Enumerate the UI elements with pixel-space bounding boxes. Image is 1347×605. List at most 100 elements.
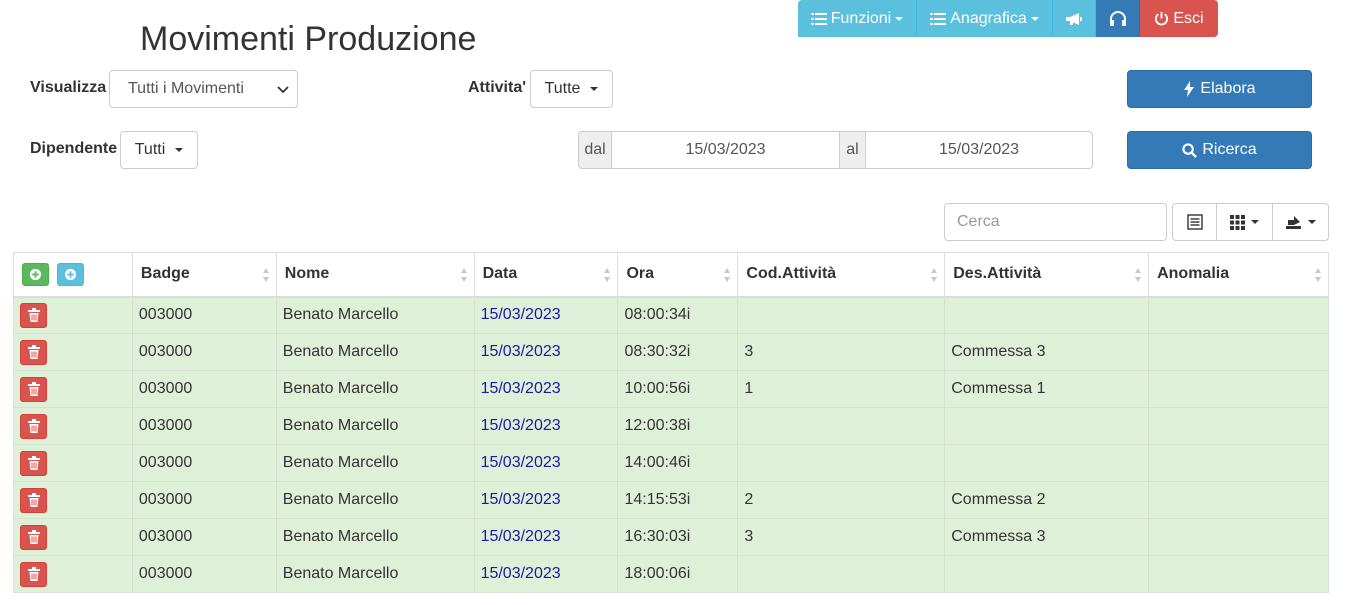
announcements-button[interactable] — [1053, 0, 1096, 37]
attivita-dropdown[interactable]: Tutte — [530, 70, 613, 108]
column-header-des-attivita[interactable]: Des.Attività — [944, 252, 1150, 298]
funzioni-menu-button[interactable]: Funzioni — [798, 0, 917, 37]
chevron-down-icon — [895, 16, 904, 21]
cell-ora: 16:30:03i — [617, 518, 739, 556]
export-button[interactable] — [1272, 203, 1329, 241]
ricerca-label: Ricerca — [1202, 141, 1257, 158]
power-icon — [1155, 11, 1169, 26]
esci-button[interactable]: Esci — [1140, 0, 1218, 37]
cell-cod-attivita: 3 — [737, 518, 946, 556]
delete-button[interactable] — [20, 524, 47, 550]
row-actions-cell — [13, 407, 133, 445]
column-header-anomalia[interactable]: Anomalia — [1148, 252, 1329, 298]
header-ora-label: Ora — [626, 265, 655, 283]
grid-icon — [1230, 214, 1245, 230]
date-link[interactable]: 15/03/2023 — [481, 306, 561, 323]
header-cod-attivita-label: Cod.Attività — [746, 265, 837, 283]
cell-ora: 18:00:06i — [617, 555, 739, 593]
delete-button[interactable] — [20, 487, 47, 513]
delete-button[interactable] — [20, 339, 47, 365]
add-activity-button[interactable] — [57, 262, 85, 286]
cell-anomalia — [1148, 444, 1329, 482]
row-actions-cell — [13, 296, 133, 334]
cell-badge: 003000 — [131, 333, 277, 371]
visualizza-value: Tutti i Movimenti — [128, 80, 244, 97]
column-header-data[interactable]: Data — [473, 252, 619, 298]
chevron-down-icon — [1030, 16, 1039, 21]
export-icon — [1286, 216, 1301, 229]
column-header-ora[interactable]: Ora — [617, 252, 739, 298]
cell-ora: 08:30:32i — [617, 333, 739, 371]
cell-ora: 14:00:46i — [617, 444, 739, 482]
date-link[interactable]: 15/03/2023 — [481, 491, 561, 508]
date-link[interactable]: 15/03/2023 — [481, 417, 561, 434]
header-des-attivita-label: Des.Attività — [953, 265, 1042, 283]
cell-nome: Benato Marcello — [275, 407, 475, 445]
cell-data: 15/03/2023 — [473, 518, 619, 556]
header-anomalia-label: Anomalia — [1157, 265, 1230, 283]
dal-addon: dal — [578, 131, 612, 169]
sort-icon — [931, 268, 938, 282]
funzioni-label: Funzioni — [830, 9, 892, 27]
table-row[interactable]: 003000 Benato Marcello 15/03/2023 10:00:… — [13, 370, 1329, 408]
column-header-badge[interactable]: Badge — [131, 252, 277, 298]
al-date-input[interactable]: 15/03/2023 — [866, 131, 1093, 169]
date-link[interactable]: 15/03/2023 — [481, 343, 561, 360]
table-header-row: Badge Nome Data Ora Cod.Attività Des.Att… — [13, 252, 1329, 298]
column-header-nome[interactable]: Nome — [275, 252, 475, 298]
add-button[interactable] — [22, 262, 49, 286]
row-actions-cell — [13, 481, 133, 519]
cell-anomalia — [1148, 481, 1329, 519]
support-button[interactable] — [1096, 0, 1140, 37]
header-actions — [13, 252, 133, 298]
chevron-down-icon — [1308, 220, 1316, 224]
page-title: Movimenti Produzione — [140, 20, 477, 58]
dal-date-input[interactable]: 15/03/2023 — [612, 131, 840, 169]
cell-badge: 003000 — [131, 407, 277, 445]
bolt-icon — [1184, 81, 1195, 97]
cell-anomalia — [1148, 518, 1329, 556]
date-link[interactable]: 15/03/2023 — [481, 528, 561, 545]
cell-badge: 003000 — [131, 518, 277, 556]
row-actions-cell — [13, 370, 133, 408]
list-view-icon — [1186, 214, 1203, 230]
ricerca-button[interactable]: Ricerca — [1127, 131, 1312, 169]
columns-button[interactable] — [1216, 203, 1273, 241]
column-header-cod-attivita[interactable]: Cod.Attività — [737, 252, 946, 298]
cell-ora: 14:15:53i — [617, 481, 739, 519]
table-row[interactable]: 003000 Benato Marcello 15/03/2023 08:00:… — [13, 296, 1329, 334]
header-badge-label: Badge — [140, 265, 190, 283]
table-row[interactable]: 003000 Benato Marcello 15/03/2023 14:15:… — [13, 481, 1329, 519]
cell-data: 15/03/2023 — [473, 333, 619, 371]
delete-button[interactable] — [20, 376, 47, 402]
elabora-button[interactable]: Elabora — [1127, 70, 1312, 108]
table-row[interactable]: 003000 Benato Marcello 15/03/2023 16:30:… — [13, 518, 1329, 556]
date-link[interactable]: 15/03/2023 — [481, 380, 561, 397]
table-body: 003000 Benato Marcello 15/03/2023 08:00:… — [13, 296, 1329, 593]
cell-des-attivita: Commessa 3 — [944, 333, 1150, 371]
table-row[interactable]: 003000 Benato Marcello 15/03/2023 08:30:… — [13, 333, 1329, 371]
anagrafica-menu-button[interactable]: Anagrafica — [917, 0, 1053, 37]
dipendente-dropdown[interactable]: Tutti — [120, 131, 198, 169]
delete-button[interactable] — [20, 561, 47, 587]
table-row[interactable]: 003000 Benato Marcello 15/03/2023 18:00:… — [13, 555, 1329, 593]
list-view-button[interactable] — [1172, 203, 1217, 241]
list-icon — [930, 12, 947, 25]
chevron-down-icon — [590, 87, 599, 91]
header-data-label: Data — [482, 265, 518, 283]
cell-ora: 08:00:34i — [617, 296, 739, 334]
search-input[interactable] — [944, 203, 1167, 241]
cell-badge: 003000 — [131, 481, 277, 519]
delete-button[interactable] — [20, 450, 47, 476]
date-link[interactable]: 15/03/2023 — [481, 565, 561, 582]
cell-data: 15/03/2023 — [473, 296, 619, 334]
table-row[interactable]: 003000 Benato Marcello 15/03/2023 12:00:… — [13, 407, 1329, 445]
plus-circle-icon — [29, 268, 42, 280]
visualizza-select[interactable]: Tutti i Movimenti — [109, 70, 298, 108]
table-row[interactable]: 003000 Benato Marcello 15/03/2023 14:00:… — [13, 444, 1329, 482]
date-link[interactable]: 15/03/2023 — [481, 454, 561, 471]
cell-nome: Benato Marcello — [275, 555, 475, 593]
delete-button[interactable] — [20, 413, 47, 439]
delete-button[interactable] — [20, 302, 47, 328]
cell-cod-attivita: 2 — [737, 481, 946, 519]
